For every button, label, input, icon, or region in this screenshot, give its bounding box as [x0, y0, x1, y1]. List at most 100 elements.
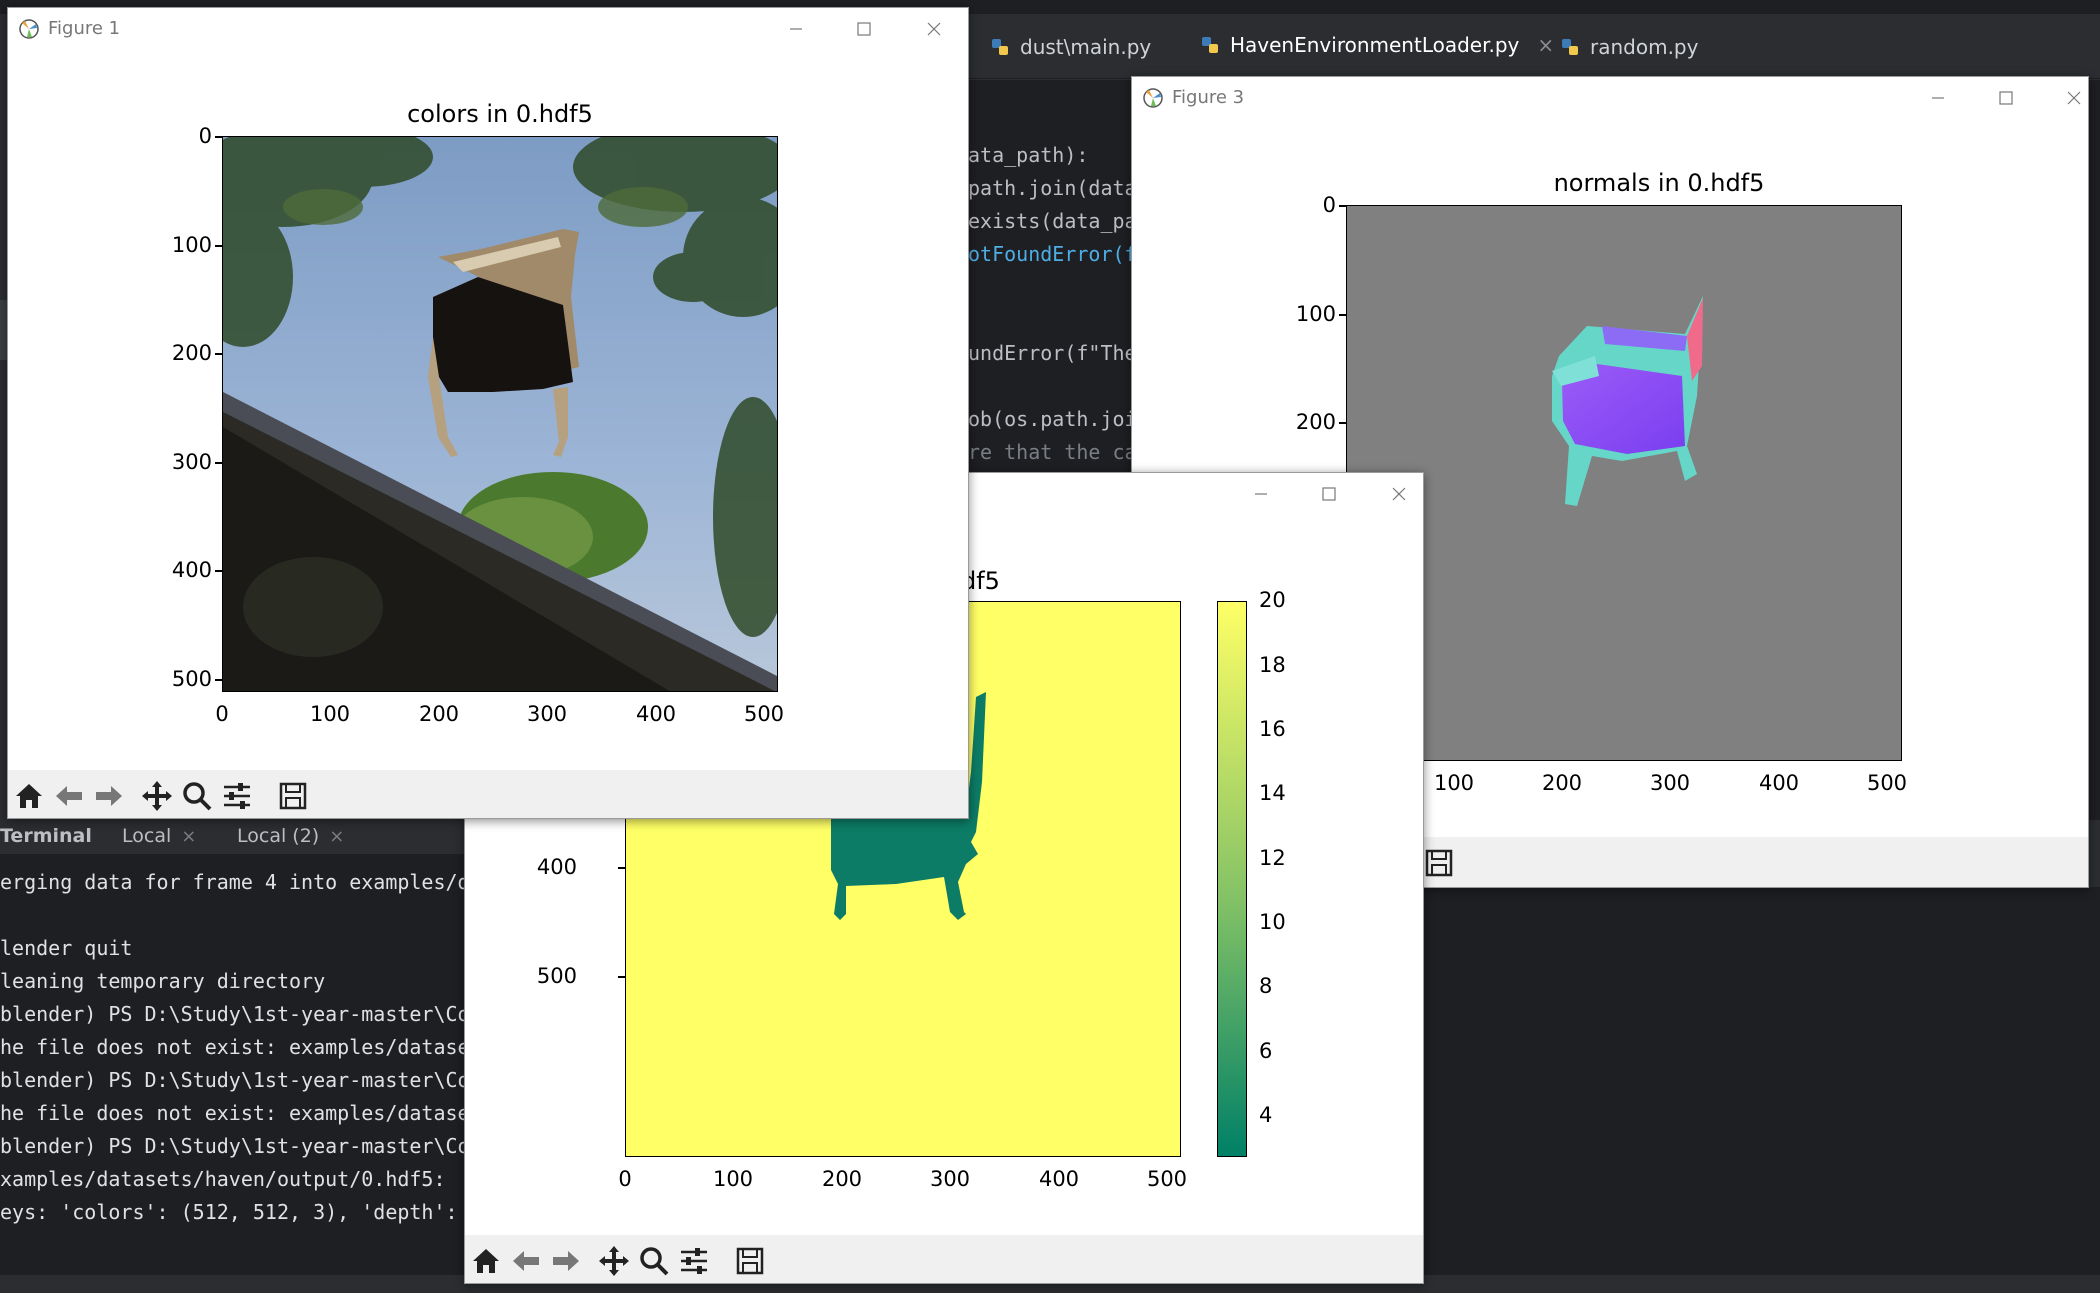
window-title: Figure 1 [48, 18, 121, 39]
python-file-icon [1202, 37, 1218, 53]
normals-image[interactable] [1346, 205, 1902, 761]
close-icon[interactable]: × [181, 826, 196, 847]
minimize-icon [1255, 493, 1267, 495]
configure-icon[interactable] [677, 1244, 711, 1278]
y-tick-label: 100 [171, 233, 212, 257]
y-tick-label: 400 [171, 558, 212, 582]
minimize-button[interactable] [774, 14, 818, 44]
y-tick [215, 462, 222, 464]
x-tick-label: 200 [1541, 771, 1583, 795]
terminal-line: blender) PS D:\Study\1st-year-master\Co [0, 1068, 470, 1092]
python-file-icon [1562, 38, 1578, 55]
colorbar [1217, 601, 1247, 1157]
minimize-button[interactable] [1916, 83, 1960, 113]
zoom-icon[interactable] [637, 1244, 671, 1278]
desktop: dust\main.py HavenEnvironmentLoader.py ×… [0, 0, 2100, 1293]
back-icon[interactable] [52, 779, 86, 813]
y-tick [1339, 205, 1346, 207]
tab-random-py[interactable]: random.py [1560, 14, 1698, 79]
terminal-line: erging data for frame 4 into examples/da [0, 870, 482, 894]
title-bar: Figure 1 [8, 8, 968, 50]
figure-1-window[interactable]: Figure 1 colors in 0.hdf5 0 100 200 300 … [7, 7, 969, 819]
tab-label: dust\main.py [1020, 34, 1152, 59]
code-line: undError(f"The [968, 341, 1137, 365]
colorbar-tick-label: 8 [1259, 974, 1273, 998]
tab-main-py[interactable]: dust\main.py [990, 14, 1151, 79]
configure-icon[interactable] [220, 779, 254, 813]
tab-label: HavenEnvironmentLoader.py [1230, 33, 1520, 57]
x-tick-label: 100 [712, 1167, 754, 1191]
x-tick-label: 200 [821, 1167, 863, 1191]
colorbar-tick-label: 14 [1259, 781, 1286, 805]
tab-local[interactable]: Local × [122, 818, 196, 854]
terminal-line: he file does not exist: examples/datase [0, 1035, 470, 1059]
save-icon[interactable] [1422, 846, 1456, 880]
scene-photo [223, 137, 777, 691]
maximize-button[interactable] [1984, 83, 2028, 113]
python-file-icon [992, 38, 1008, 55]
x-tick-label: 300 [929, 1167, 971, 1191]
zoom-icon[interactable] [180, 779, 214, 813]
terminal-line: eys: 'colors': (512, 512, 3), 'depth': [0, 1200, 458, 1224]
maximize-button[interactable] [1307, 479, 1351, 509]
minimize-icon [790, 28, 802, 30]
forward-icon[interactable] [549, 1244, 583, 1278]
y-tick [215, 353, 222, 355]
figure-toolbar [8, 770, 968, 818]
matplotlib-icon [19, 19, 39, 39]
x-tick-label: 0 [215, 702, 229, 726]
editor-tab-bar: dust\main.py HavenEnvironmentLoader.py ×… [965, 14, 2100, 79]
close-icon [927, 22, 941, 36]
code-line: f [968, 275, 1149, 299]
plot-title: normals in 0.hdf5 [1553, 169, 1765, 197]
ide-lower-panel [1420, 887, 2100, 1277]
back-icon[interactable] [509, 1244, 543, 1278]
pan-icon[interactable] [140, 779, 174, 813]
close-icon [2067, 91, 2081, 105]
y-tick-label: 100 [1295, 302, 1336, 326]
title-bar: Figure 3 [1132, 77, 2088, 119]
pan-icon[interactable] [597, 1244, 631, 1278]
terminal-title: Terminal [0, 825, 92, 847]
x-tick-label: 400 [635, 702, 677, 726]
maximize-icon [1322, 487, 1336, 501]
code-line: re that the ca [968, 440, 1137, 464]
code-line: path.join(data [968, 176, 1137, 200]
color-image[interactable] [222, 136, 778, 692]
maximize-icon [857, 22, 871, 36]
maximize-button[interactable] [842, 14, 886, 44]
colorbar-tick-label: 20 [1259, 588, 1286, 612]
colorbar-tick-label: 10 [1259, 910, 1286, 934]
close-icon[interactable]: × [329, 826, 344, 847]
y-tick [215, 245, 222, 247]
close-button[interactable] [1377, 479, 1421, 509]
forward-icon[interactable] [92, 779, 126, 813]
x-tick-label: 0 [618, 1167, 632, 1191]
window-title: Figure 3 [1172, 87, 1245, 108]
save-icon[interactable] [733, 1244, 767, 1278]
y-tick-label: 0 [198, 124, 212, 148]
x-tick-label: 500 [1146, 1167, 1188, 1191]
y-tick [1339, 422, 1346, 424]
home-icon[interactable] [469, 1244, 503, 1278]
y-tick-label: 500 [171, 667, 212, 691]
save-icon[interactable] [276, 779, 310, 813]
tab-label: random.py [1590, 34, 1699, 59]
terminal-line: leaning temporary directory [0, 969, 326, 993]
y-tick [215, 136, 222, 138]
colorbar-tick-label: 16 [1259, 717, 1286, 741]
y-tick-label: 500 [536, 964, 577, 988]
tab-local-2[interactable]: Local (2) × [237, 818, 344, 854]
home-icon[interactable] [12, 779, 46, 813]
x-tick-label: 200 [418, 702, 460, 726]
colorbar-tick-label: 6 [1259, 1039, 1273, 1063]
code-line: exists(data_pa [968, 209, 1137, 233]
close-button[interactable] [912, 14, 956, 44]
tab-haven-environment-loader[interactable]: HavenEnvironmentLoader.py × [1200, 14, 1555, 79]
close-button[interactable] [2052, 83, 2088, 113]
y-tick-label: 200 [1295, 410, 1336, 434]
close-icon[interactable]: × [1537, 33, 1554, 57]
minimize-button[interactable] [1239, 479, 1283, 509]
x-tick-label: 400 [1038, 1167, 1080, 1191]
x-tick-label: 100 [1433, 771, 1475, 795]
